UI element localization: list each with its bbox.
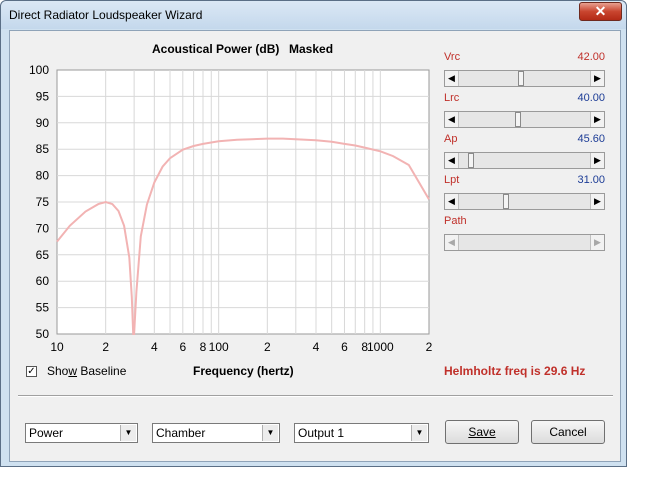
- param-label-path: Path: [444, 215, 467, 227]
- scroll-right-icon[interactable]: ▶: [590, 194, 604, 209]
- x-tick-label: 100: [209, 340, 229, 354]
- save-button-label: Save: [468, 425, 496, 439]
- y-tick-label: 50: [36, 327, 50, 341]
- param-slider-vrc[interactable]: ◀ ▶: [444, 70, 605, 87]
- x-tick-label: 10: [50, 340, 64, 354]
- scroll-right-icon[interactable]: ▶: [590, 235, 604, 250]
- param-slider-ap[interactable]: ◀ ▶: [444, 152, 605, 169]
- wizard-window: Direct Radiator Loudspeaker Wizard ✕ Aco…: [0, 0, 627, 467]
- param-label-lrc: Lrc: [444, 92, 460, 104]
- x-tick-label: 4: [313, 340, 320, 354]
- x-tick-label: 6: [179, 340, 186, 354]
- y-tick-label: 60: [36, 274, 50, 288]
- x-tick-label: 8: [200, 340, 207, 354]
- x-tick-label: 2: [426, 340, 433, 354]
- x-tick-label: 2: [102, 340, 109, 354]
- y-tick-label: 90: [36, 116, 50, 130]
- show-baseline-checkbox[interactable]: ✓: [26, 366, 37, 377]
- slider-thumb[interactable]: [517, 71, 524, 86]
- y-tick-label: 65: [36, 248, 50, 262]
- slider-thumb[interactable]: [467, 153, 474, 168]
- x-tick-label: 4: [151, 340, 158, 354]
- param-slider-lpt[interactable]: ◀ ▶: [444, 193, 605, 210]
- param-label-vrc: Vrc: [444, 51, 461, 63]
- separator: [18, 395, 613, 397]
- enclosure-select[interactable]: Chamber ▼: [152, 423, 280, 443]
- dialog-client-area: Acoustical Power (dB) Masked 100 95 90 85 80…: [9, 30, 621, 462]
- slider-thumb[interactable]: [502, 194, 509, 209]
- scroll-left-icon[interactable]: ◀: [445, 194, 459, 209]
- param-value-ap: 45.60: [577, 133, 605, 145]
- chevron-down-icon[interactable]: ▼: [120, 425, 136, 441]
- output-select-value: Output 1: [298, 426, 345, 440]
- x-tick-label: 1000: [367, 340, 394, 354]
- x-tick-label: 2: [264, 340, 271, 354]
- y-tick-label: 75: [36, 195, 50, 209]
- param-label-lpt: Lpt: [444, 174, 460, 186]
- x-axis-label: Frequency (hertz): [193, 364, 294, 378]
- scroll-right-icon[interactable]: ▶: [590, 71, 604, 86]
- scroll-left-icon[interactable]: ◀: [445, 112, 459, 127]
- scroll-right-icon[interactable]: ▶: [590, 112, 604, 127]
- chevron-down-icon[interactable]: ▼: [262, 425, 278, 441]
- window-title: Direct Radiator Loudspeaker Wizard: [9, 8, 203, 22]
- param-value-vrc: 42.00: [577, 51, 605, 63]
- scroll-left-icon[interactable]: ◀: [445, 235, 459, 250]
- param-value-lpt: 31.00: [577, 174, 605, 186]
- helmholtz-frequency: Helmholtz freq is 29.6 Hz: [444, 364, 586, 378]
- param-value-lrc: 40.00: [577, 92, 605, 104]
- y-tick-label: 55: [36, 301, 50, 315]
- show-baseline-label: Show Baseline: [47, 364, 126, 378]
- scroll-left-icon[interactable]: ◀: [445, 71, 459, 86]
- show-baseline-label-a: Sho: [47, 364, 69, 378]
- enclosure-select-value: Chamber: [156, 426, 206, 440]
- title-bar: Direct Radiator Loudspeaker Wizard ✕: [1, 1, 626, 29]
- measure-select[interactable]: Power ▼: [25, 423, 138, 443]
- y-tick-label: 80: [36, 169, 50, 183]
- y-tick-label: 70: [36, 221, 50, 235]
- cancel-button[interactable]: Cancel: [531, 420, 605, 444]
- slider-thumb[interactable]: [515, 112, 522, 127]
- show-baseline-label-hotkey: w: [68, 364, 78, 378]
- y-tick-label: 95: [36, 89, 50, 103]
- chevron-down-icon[interactable]: ▼: [411, 425, 427, 441]
- param-label-ap: Ap: [444, 133, 458, 145]
- param-slider-path[interactable]: ◀ ▶: [444, 234, 605, 251]
- close-icon[interactable]: ✕: [579, 2, 622, 21]
- power-chart: 1009590858075706560555010 2 4 6 8 100 2 4 6 81000…: [29, 63, 433, 354]
- output-select[interactable]: Output 1 ▼: [294, 423, 429, 443]
- show-baseline-label-b: Baseline: [77, 364, 127, 378]
- scroll-right-icon[interactable]: ▶: [590, 153, 604, 168]
- y-tick-label: 85: [36, 142, 50, 156]
- y-tick-label: 100: [29, 63, 49, 77]
- measure-select-value: Power: [29, 426, 64, 440]
- param-slider-lrc[interactable]: ◀ ▶: [444, 111, 605, 128]
- save-button[interactable]: Save: [445, 420, 519, 444]
- x-tick-label: 6: [341, 340, 348, 354]
- scroll-left-icon[interactable]: ◀: [445, 153, 459, 168]
